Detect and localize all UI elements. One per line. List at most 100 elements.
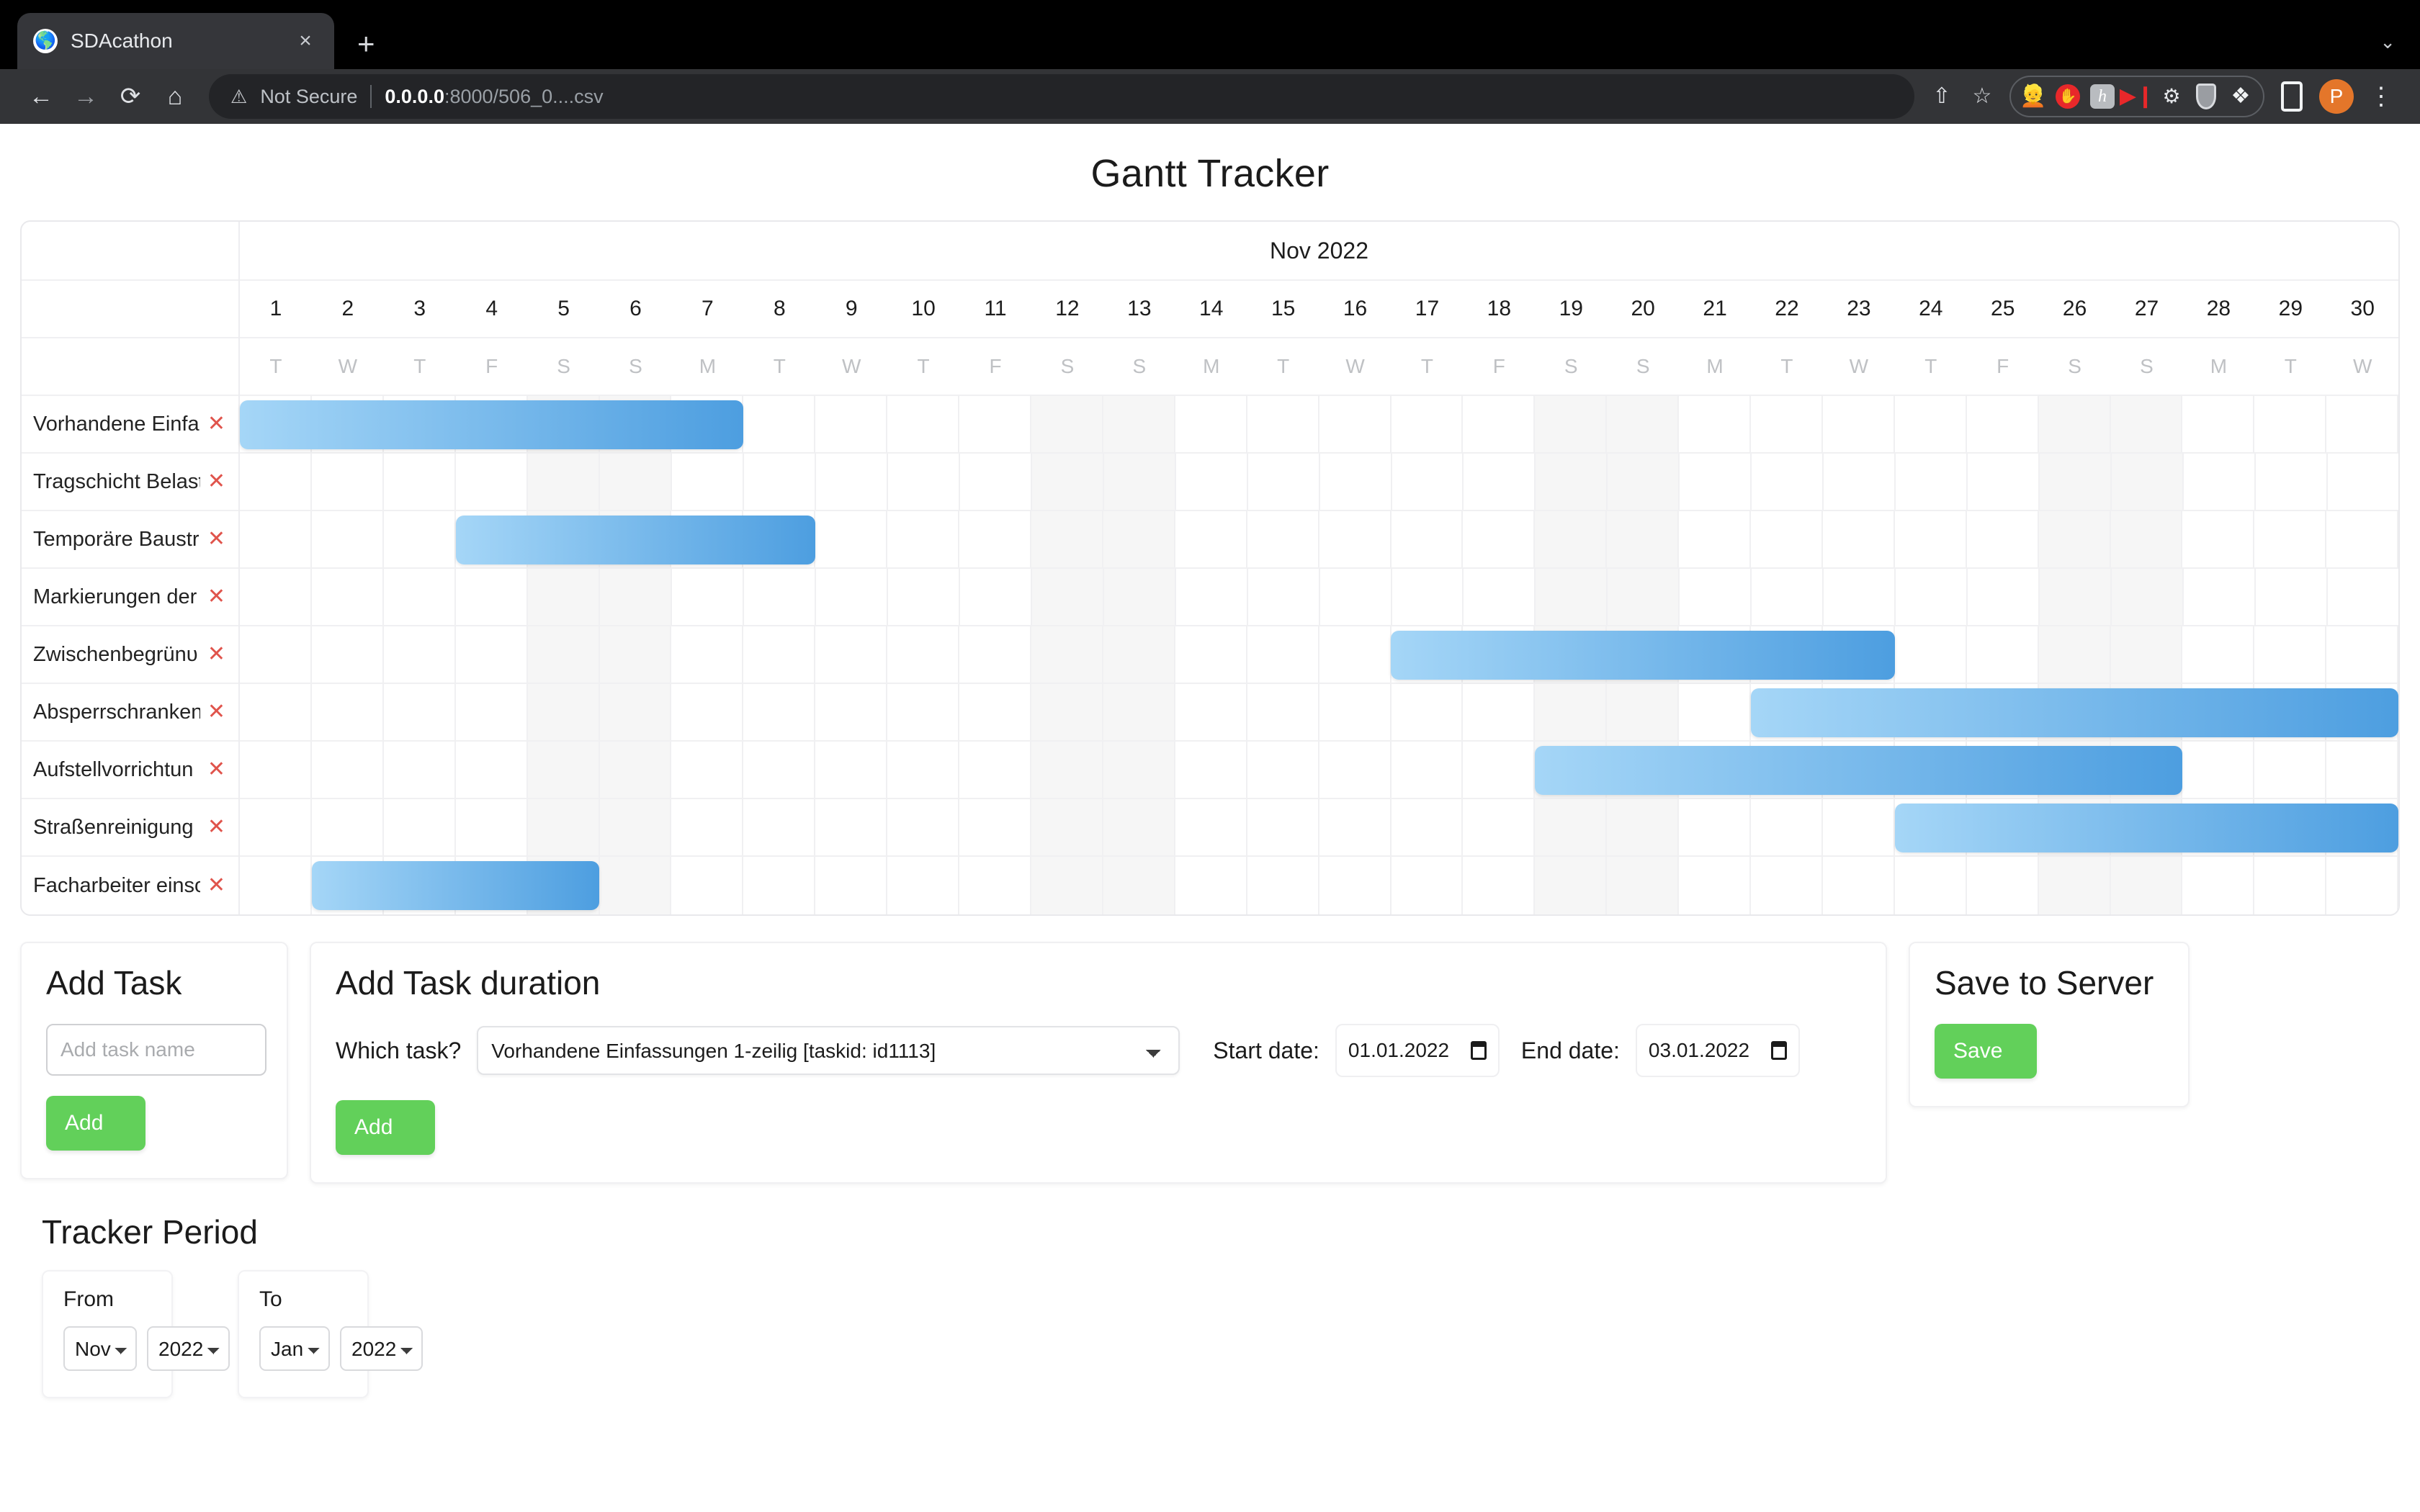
- delete-task-icon[interactable]: ✕: [207, 413, 225, 435]
- gantt-bar[interactable]: [311, 861, 600, 910]
- delete-task-icon[interactable]: ✕: [207, 875, 225, 896]
- browser-tab[interactable]: 🌎 SDAcathon ×: [17, 13, 334, 69]
- gantt-cell: [1823, 799, 1895, 855]
- puzzle-extensions-icon[interactable]: ❖: [2224, 80, 2257, 113]
- gantt-bar[interactable]: [1894, 804, 2398, 852]
- delete-task-icon[interactable]: ✕: [207, 471, 225, 492]
- gantt-cell: [816, 454, 888, 510]
- gantt-cell: [1463, 684, 1536, 740]
- weekday-letter: S: [1636, 355, 1650, 377]
- gantt-cell: [1535, 511, 1608, 567]
- gantt-cell: [1680, 454, 1752, 510]
- weekday-letter: S: [557, 355, 570, 377]
- gantt-cell: [240, 454, 312, 510]
- tab-title: SDAcathon: [71, 30, 173, 52]
- save-button[interactable]: Save: [1935, 1024, 2037, 1079]
- face-extension-icon[interactable]: 👱: [2017, 80, 2050, 113]
- delete-task-icon[interactable]: ✕: [207, 759, 225, 780]
- gantt-timeline: Nov 2022 1 2 3 4 5 6 7 8 9 10 11 12 13 14 15 16 17 18 19 20…: [240, 222, 2398, 914]
- gantt-bar[interactable]: [455, 516, 816, 564]
- share-icon[interactable]: ⇧: [1922, 76, 1962, 117]
- from-year-select[interactable]: 2022: [147, 1326, 230, 1371]
- chevron-down-icon[interactable]: ⌄: [2380, 31, 2396, 53]
- gantt-cell: [1823, 511, 1895, 567]
- gantt-cell: [888, 569, 960, 625]
- url-host: 0.0.0.0: [385, 85, 444, 107]
- day-number: 25: [1991, 297, 2015, 320]
- gantt-bar[interactable]: [240, 400, 744, 449]
- new-tab-button[interactable]: +: [357, 29, 375, 59]
- gantt-cell: [1175, 511, 1247, 567]
- tracker-period-heading: Tracker Period: [42, 1213, 258, 1251]
- metronome-extension-icon[interactable]: ⚙: [2155, 80, 2188, 113]
- to-year-select[interactable]: 2022: [340, 1326, 423, 1371]
- gantt-cell: [887, 684, 960, 740]
- delete-task-icon[interactable]: ✕: [207, 644, 225, 665]
- gantt-cell: [2182, 742, 2255, 798]
- from-month-select[interactable]: Nov: [63, 1326, 137, 1371]
- task-label-row: Straßenreinigung ✕: [22, 799, 238, 857]
- start-date-input[interactable]: 01.01.2022: [1335, 1024, 1500, 1077]
- gantt-bar[interactable]: [1391, 631, 1895, 680]
- gantt-cell: [1319, 511, 1392, 567]
- adblock-stop-icon[interactable]: ✋: [2051, 80, 2084, 113]
- day-number: 28: [2206, 297, 2231, 320]
- extensions-group: 👱 ✋ h ▶❙ ⚙ ❖: [2009, 76, 2264, 117]
- profile-avatar[interactable]: P: [2319, 79, 2354, 114]
- gantt-cell: [456, 684, 528, 740]
- back-icon[interactable]: ←: [19, 74, 63, 119]
- gantt-cell: [671, 857, 744, 914]
- task-name-input[interactable]: [46, 1024, 266, 1076]
- gantt-cell: [527, 684, 600, 740]
- gantt-cell: [671, 742, 744, 798]
- honey-extension-icon[interactable]: h: [2086, 80, 2119, 113]
- to-month-select[interactable]: Jan: [259, 1326, 330, 1371]
- add-duration-button[interactable]: Add: [336, 1100, 435, 1155]
- gantt-cell: [1680, 569, 1752, 625]
- gantt-cell: [959, 857, 1031, 914]
- gantt-cell: [815, 799, 888, 855]
- divider: [370, 85, 372, 108]
- day-number-header: 1 2 3 4 5 6 7 8 9 10 11 12 13 14 15 16 17 18 19 20 21 22 23 24 2…: [240, 281, 2398, 338]
- shield-extension-icon[interactable]: [2190, 80, 2223, 113]
- reload-icon[interactable]: ⟳: [108, 74, 153, 119]
- close-icon[interactable]: ×: [292, 30, 318, 52]
- gantt-cell: [1392, 454, 1464, 510]
- weekday-letter: M: [2210, 355, 2228, 377]
- gantt-cell: [1319, 684, 1392, 740]
- url-text: 0.0.0.0:8000/506_0....csv: [385, 86, 603, 108]
- gantt-cell: [240, 857, 312, 914]
- delete-task-icon[interactable]: ✕: [207, 528, 225, 550]
- delete-task-icon[interactable]: ✕: [207, 586, 225, 608]
- delete-task-icon[interactable]: ✕: [207, 701, 225, 723]
- gantt-cell: [1751, 511, 1823, 567]
- gantt-cell: [959, 396, 1031, 452]
- gantt-cell: [1392, 684, 1464, 740]
- delete-task-icon[interactable]: ✕: [207, 816, 225, 838]
- calendar-icon[interactable]: [1770, 1041, 1787, 1060]
- home-icon[interactable]: ⌂: [153, 74, 197, 119]
- gantt-cell: [240, 511, 312, 567]
- gantt-cell: [2038, 511, 2111, 567]
- end-date-input[interactable]: 03.01.2022: [1635, 1024, 1800, 1077]
- add-task-button[interactable]: Add: [46, 1096, 145, 1151]
- gantt-cell: [1103, 626, 1175, 683]
- security-label: Not Secure: [260, 85, 358, 107]
- gantt-cell: [2182, 511, 2255, 567]
- cast-device-icon[interactable]: [2272, 76, 2312, 117]
- bookmark-star-icon[interactable]: ☆: [1962, 76, 2002, 117]
- gantt-cell: [1103, 799, 1175, 855]
- gantt-cell: [1824, 454, 1896, 510]
- gantt-cell: [1895, 396, 1967, 452]
- kebab-menu-icon[interactable]: ⋮: [2361, 76, 2401, 117]
- gantt-bar[interactable]: [1535, 746, 2183, 795]
- task-label-row: Zwischenbegrünᴜ ✕: [22, 626, 238, 684]
- calendar-icon[interactable]: [1470, 1041, 1487, 1060]
- forward-icon[interactable]: →: [63, 74, 108, 119]
- youtube-extension-icon[interactable]: ▶❙: [2120, 80, 2154, 113]
- gantt-bar[interactable]: [1750, 688, 2398, 737]
- task-select[interactable]: Vorhandene Einfassungen 1-zeilig [taskid…: [477, 1026, 1180, 1075]
- task-label: Vorhandene Einfa: [33, 412, 200, 436]
- address-bar[interactable]: ⚠ Not Secure 0.0.0.0:8000/506_0....csv: [209, 74, 1914, 119]
- day-number: 20: [1631, 297, 1655, 320]
